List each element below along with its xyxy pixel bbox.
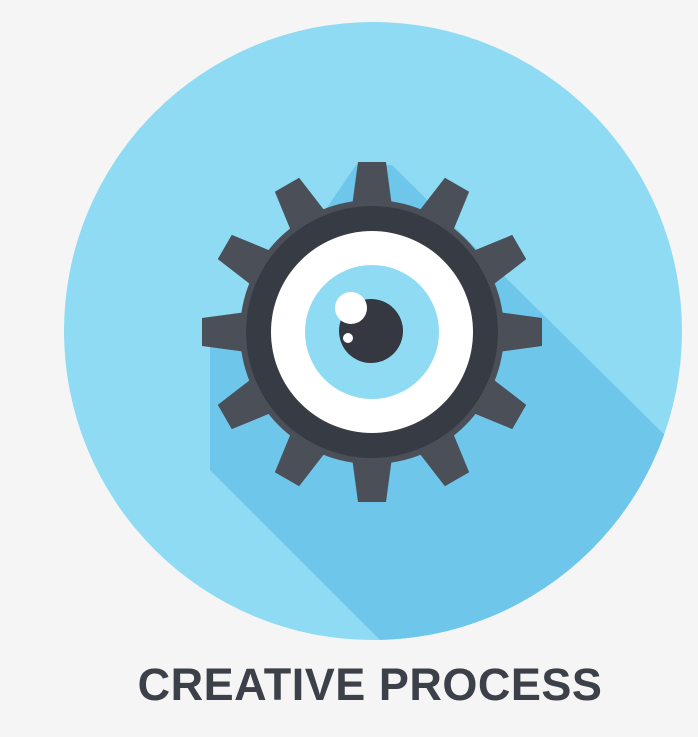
canvas: CREATIVE PROCESS bbox=[0, 0, 698, 737]
eye-highlight-small bbox=[343, 333, 353, 343]
icon-container bbox=[0, 0, 698, 660]
gear-eye-icon bbox=[64, 22, 682, 640]
eye-highlight-large bbox=[335, 292, 367, 324]
caption-title: CREATIVE PROCESS bbox=[137, 659, 603, 710]
